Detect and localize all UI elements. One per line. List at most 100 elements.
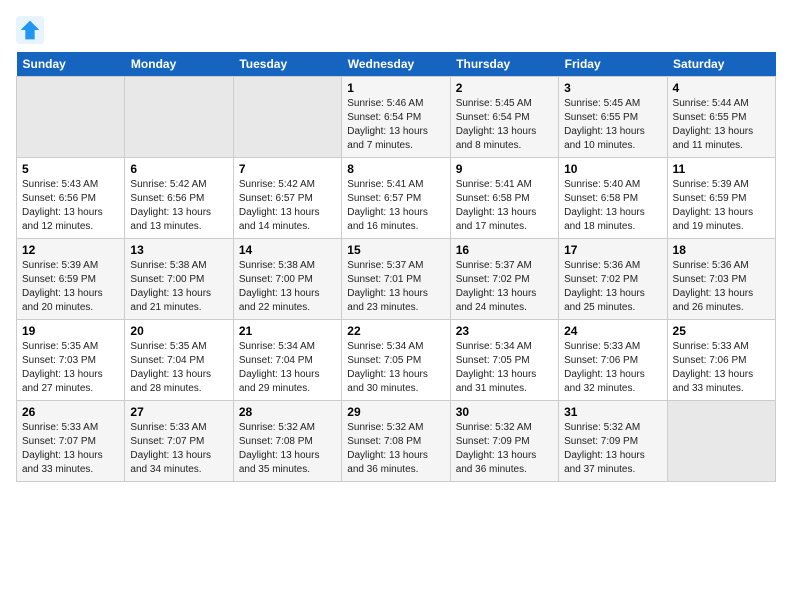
day-number: 17 xyxy=(564,243,661,257)
day-number: 5 xyxy=(22,162,119,176)
day-info: Sunrise: 5:32 AM Sunset: 7:09 PM Dayligh… xyxy=(456,421,553,477)
day-number: 22 xyxy=(347,324,444,338)
day-cell: 31 Sunrise: 5:32 AM Sunset: 7:09 PM Dayl… xyxy=(559,401,667,482)
day-cell: 22 Sunrise: 5:34 AM Sunset: 7:05 PM Dayl… xyxy=(342,320,450,401)
day-number: 20 xyxy=(130,324,227,338)
day-info: Sunrise: 5:37 AM Sunset: 7:01 PM Dayligh… xyxy=(347,259,444,315)
day-number: 26 xyxy=(22,405,119,419)
day-cell: 1 Sunrise: 5:46 AM Sunset: 6:54 PM Dayli… xyxy=(342,77,450,158)
day-info: Sunrise: 5:45 AM Sunset: 6:54 PM Dayligh… xyxy=(456,97,553,153)
day-cell: 30 Sunrise: 5:32 AM Sunset: 7:09 PM Dayl… xyxy=(450,401,558,482)
day-number: 25 xyxy=(673,324,770,338)
day-cell: 24 Sunrise: 5:33 AM Sunset: 7:06 PM Dayl… xyxy=(559,320,667,401)
day-number: 7 xyxy=(239,162,336,176)
day-cell: 7 Sunrise: 5:42 AM Sunset: 6:57 PM Dayli… xyxy=(233,158,341,239)
day-cell: 14 Sunrise: 5:38 AM Sunset: 7:00 PM Dayl… xyxy=(233,239,341,320)
day-number: 18 xyxy=(673,243,770,257)
day-cell xyxy=(125,77,233,158)
logo xyxy=(16,16,48,44)
day-info: Sunrise: 5:34 AM Sunset: 7:05 PM Dayligh… xyxy=(347,340,444,396)
header-cell-wednesday: Wednesday xyxy=(342,52,450,77)
week-row-3: 12 Sunrise: 5:39 AM Sunset: 6:59 PM Dayl… xyxy=(17,239,776,320)
day-info: Sunrise: 5:41 AM Sunset: 6:58 PM Dayligh… xyxy=(456,178,553,234)
day-cell: 16 Sunrise: 5:37 AM Sunset: 7:02 PM Dayl… xyxy=(450,239,558,320)
day-cell xyxy=(233,77,341,158)
day-cell: 2 Sunrise: 5:45 AM Sunset: 6:54 PM Dayli… xyxy=(450,77,558,158)
day-number: 31 xyxy=(564,405,661,419)
day-info: Sunrise: 5:33 AM Sunset: 7:07 PM Dayligh… xyxy=(130,421,227,477)
day-info: Sunrise: 5:43 AM Sunset: 6:56 PM Dayligh… xyxy=(22,178,119,234)
day-cell xyxy=(667,401,775,482)
header-cell-thursday: Thursday xyxy=(450,52,558,77)
day-cell: 17 Sunrise: 5:36 AM Sunset: 7:02 PM Dayl… xyxy=(559,239,667,320)
page-header xyxy=(16,16,776,44)
day-info: Sunrise: 5:33 AM Sunset: 7:07 PM Dayligh… xyxy=(22,421,119,477)
day-info: Sunrise: 5:33 AM Sunset: 7:06 PM Dayligh… xyxy=(673,340,770,396)
day-cell: 13 Sunrise: 5:38 AM Sunset: 7:00 PM Dayl… xyxy=(125,239,233,320)
day-cell: 19 Sunrise: 5:35 AM Sunset: 7:03 PM Dayl… xyxy=(17,320,125,401)
day-info: Sunrise: 5:34 AM Sunset: 7:05 PM Dayligh… xyxy=(456,340,553,396)
day-number: 24 xyxy=(564,324,661,338)
day-number: 12 xyxy=(22,243,119,257)
day-info: Sunrise: 5:32 AM Sunset: 7:09 PM Dayligh… xyxy=(564,421,661,477)
day-cell: 20 Sunrise: 5:35 AM Sunset: 7:04 PM Dayl… xyxy=(125,320,233,401)
day-cell: 5 Sunrise: 5:43 AM Sunset: 6:56 PM Dayli… xyxy=(17,158,125,239)
day-info: Sunrise: 5:42 AM Sunset: 6:56 PM Dayligh… xyxy=(130,178,227,234)
header-cell-saturday: Saturday xyxy=(667,52,775,77)
day-number: 1 xyxy=(347,81,444,95)
day-number: 4 xyxy=(673,81,770,95)
day-info: Sunrise: 5:38 AM Sunset: 7:00 PM Dayligh… xyxy=(130,259,227,315)
day-number: 8 xyxy=(347,162,444,176)
day-info: Sunrise: 5:40 AM Sunset: 6:58 PM Dayligh… xyxy=(564,178,661,234)
header-cell-friday: Friday xyxy=(559,52,667,77)
day-number: 10 xyxy=(564,162,661,176)
day-number: 23 xyxy=(456,324,553,338)
day-cell: 12 Sunrise: 5:39 AM Sunset: 6:59 PM Dayl… xyxy=(17,239,125,320)
day-cell: 18 Sunrise: 5:36 AM Sunset: 7:03 PM Dayl… xyxy=(667,239,775,320)
day-cell: 10 Sunrise: 5:40 AM Sunset: 6:58 PM Dayl… xyxy=(559,158,667,239)
day-number: 28 xyxy=(239,405,336,419)
calendar-body: 1 Sunrise: 5:46 AM Sunset: 6:54 PM Dayli… xyxy=(17,77,776,482)
day-info: Sunrise: 5:35 AM Sunset: 7:03 PM Dayligh… xyxy=(22,340,119,396)
day-cell: 6 Sunrise: 5:42 AM Sunset: 6:56 PM Dayli… xyxy=(125,158,233,239)
day-cell: 28 Sunrise: 5:32 AM Sunset: 7:08 PM Dayl… xyxy=(233,401,341,482)
day-number: 29 xyxy=(347,405,444,419)
header-cell-sunday: Sunday xyxy=(17,52,125,77)
logo-icon xyxy=(16,16,44,44)
day-number: 16 xyxy=(456,243,553,257)
header-cell-tuesday: Tuesday xyxy=(233,52,341,77)
day-info: Sunrise: 5:39 AM Sunset: 6:59 PM Dayligh… xyxy=(673,178,770,234)
day-number: 21 xyxy=(239,324,336,338)
day-info: Sunrise: 5:41 AM Sunset: 6:57 PM Dayligh… xyxy=(347,178,444,234)
day-info: Sunrise: 5:36 AM Sunset: 7:03 PM Dayligh… xyxy=(673,259,770,315)
day-cell: 11 Sunrise: 5:39 AM Sunset: 6:59 PM Dayl… xyxy=(667,158,775,239)
week-row-4: 19 Sunrise: 5:35 AM Sunset: 7:03 PM Dayl… xyxy=(17,320,776,401)
day-info: Sunrise: 5:44 AM Sunset: 6:55 PM Dayligh… xyxy=(673,97,770,153)
day-info: Sunrise: 5:35 AM Sunset: 7:04 PM Dayligh… xyxy=(130,340,227,396)
day-cell: 9 Sunrise: 5:41 AM Sunset: 6:58 PM Dayli… xyxy=(450,158,558,239)
header-cell-monday: Monday xyxy=(125,52,233,77)
day-info: Sunrise: 5:32 AM Sunset: 7:08 PM Dayligh… xyxy=(239,421,336,477)
day-number: 9 xyxy=(456,162,553,176)
day-number: 15 xyxy=(347,243,444,257)
day-info: Sunrise: 5:32 AM Sunset: 7:08 PM Dayligh… xyxy=(347,421,444,477)
day-cell: 4 Sunrise: 5:44 AM Sunset: 6:55 PM Dayli… xyxy=(667,77,775,158)
day-cell: 3 Sunrise: 5:45 AM Sunset: 6:55 PM Dayli… xyxy=(559,77,667,158)
day-info: Sunrise: 5:42 AM Sunset: 6:57 PM Dayligh… xyxy=(239,178,336,234)
week-row-2: 5 Sunrise: 5:43 AM Sunset: 6:56 PM Dayli… xyxy=(17,158,776,239)
day-number: 11 xyxy=(673,162,770,176)
day-cell: 26 Sunrise: 5:33 AM Sunset: 7:07 PM Dayl… xyxy=(17,401,125,482)
day-info: Sunrise: 5:34 AM Sunset: 7:04 PM Dayligh… xyxy=(239,340,336,396)
day-cell xyxy=(17,77,125,158)
calendar-header: SundayMondayTuesdayWednesdayThursdayFrid… xyxy=(17,52,776,77)
day-number: 30 xyxy=(456,405,553,419)
day-info: Sunrise: 5:36 AM Sunset: 7:02 PM Dayligh… xyxy=(564,259,661,315)
day-cell: 21 Sunrise: 5:34 AM Sunset: 7:04 PM Dayl… xyxy=(233,320,341,401)
day-number: 14 xyxy=(239,243,336,257)
day-number: 3 xyxy=(564,81,661,95)
day-cell: 15 Sunrise: 5:37 AM Sunset: 7:01 PM Dayl… xyxy=(342,239,450,320)
day-cell: 29 Sunrise: 5:32 AM Sunset: 7:08 PM Dayl… xyxy=(342,401,450,482)
day-info: Sunrise: 5:45 AM Sunset: 6:55 PM Dayligh… xyxy=(564,97,661,153)
header-row: SundayMondayTuesdayWednesdayThursdayFrid… xyxy=(17,52,776,77)
day-number: 13 xyxy=(130,243,227,257)
